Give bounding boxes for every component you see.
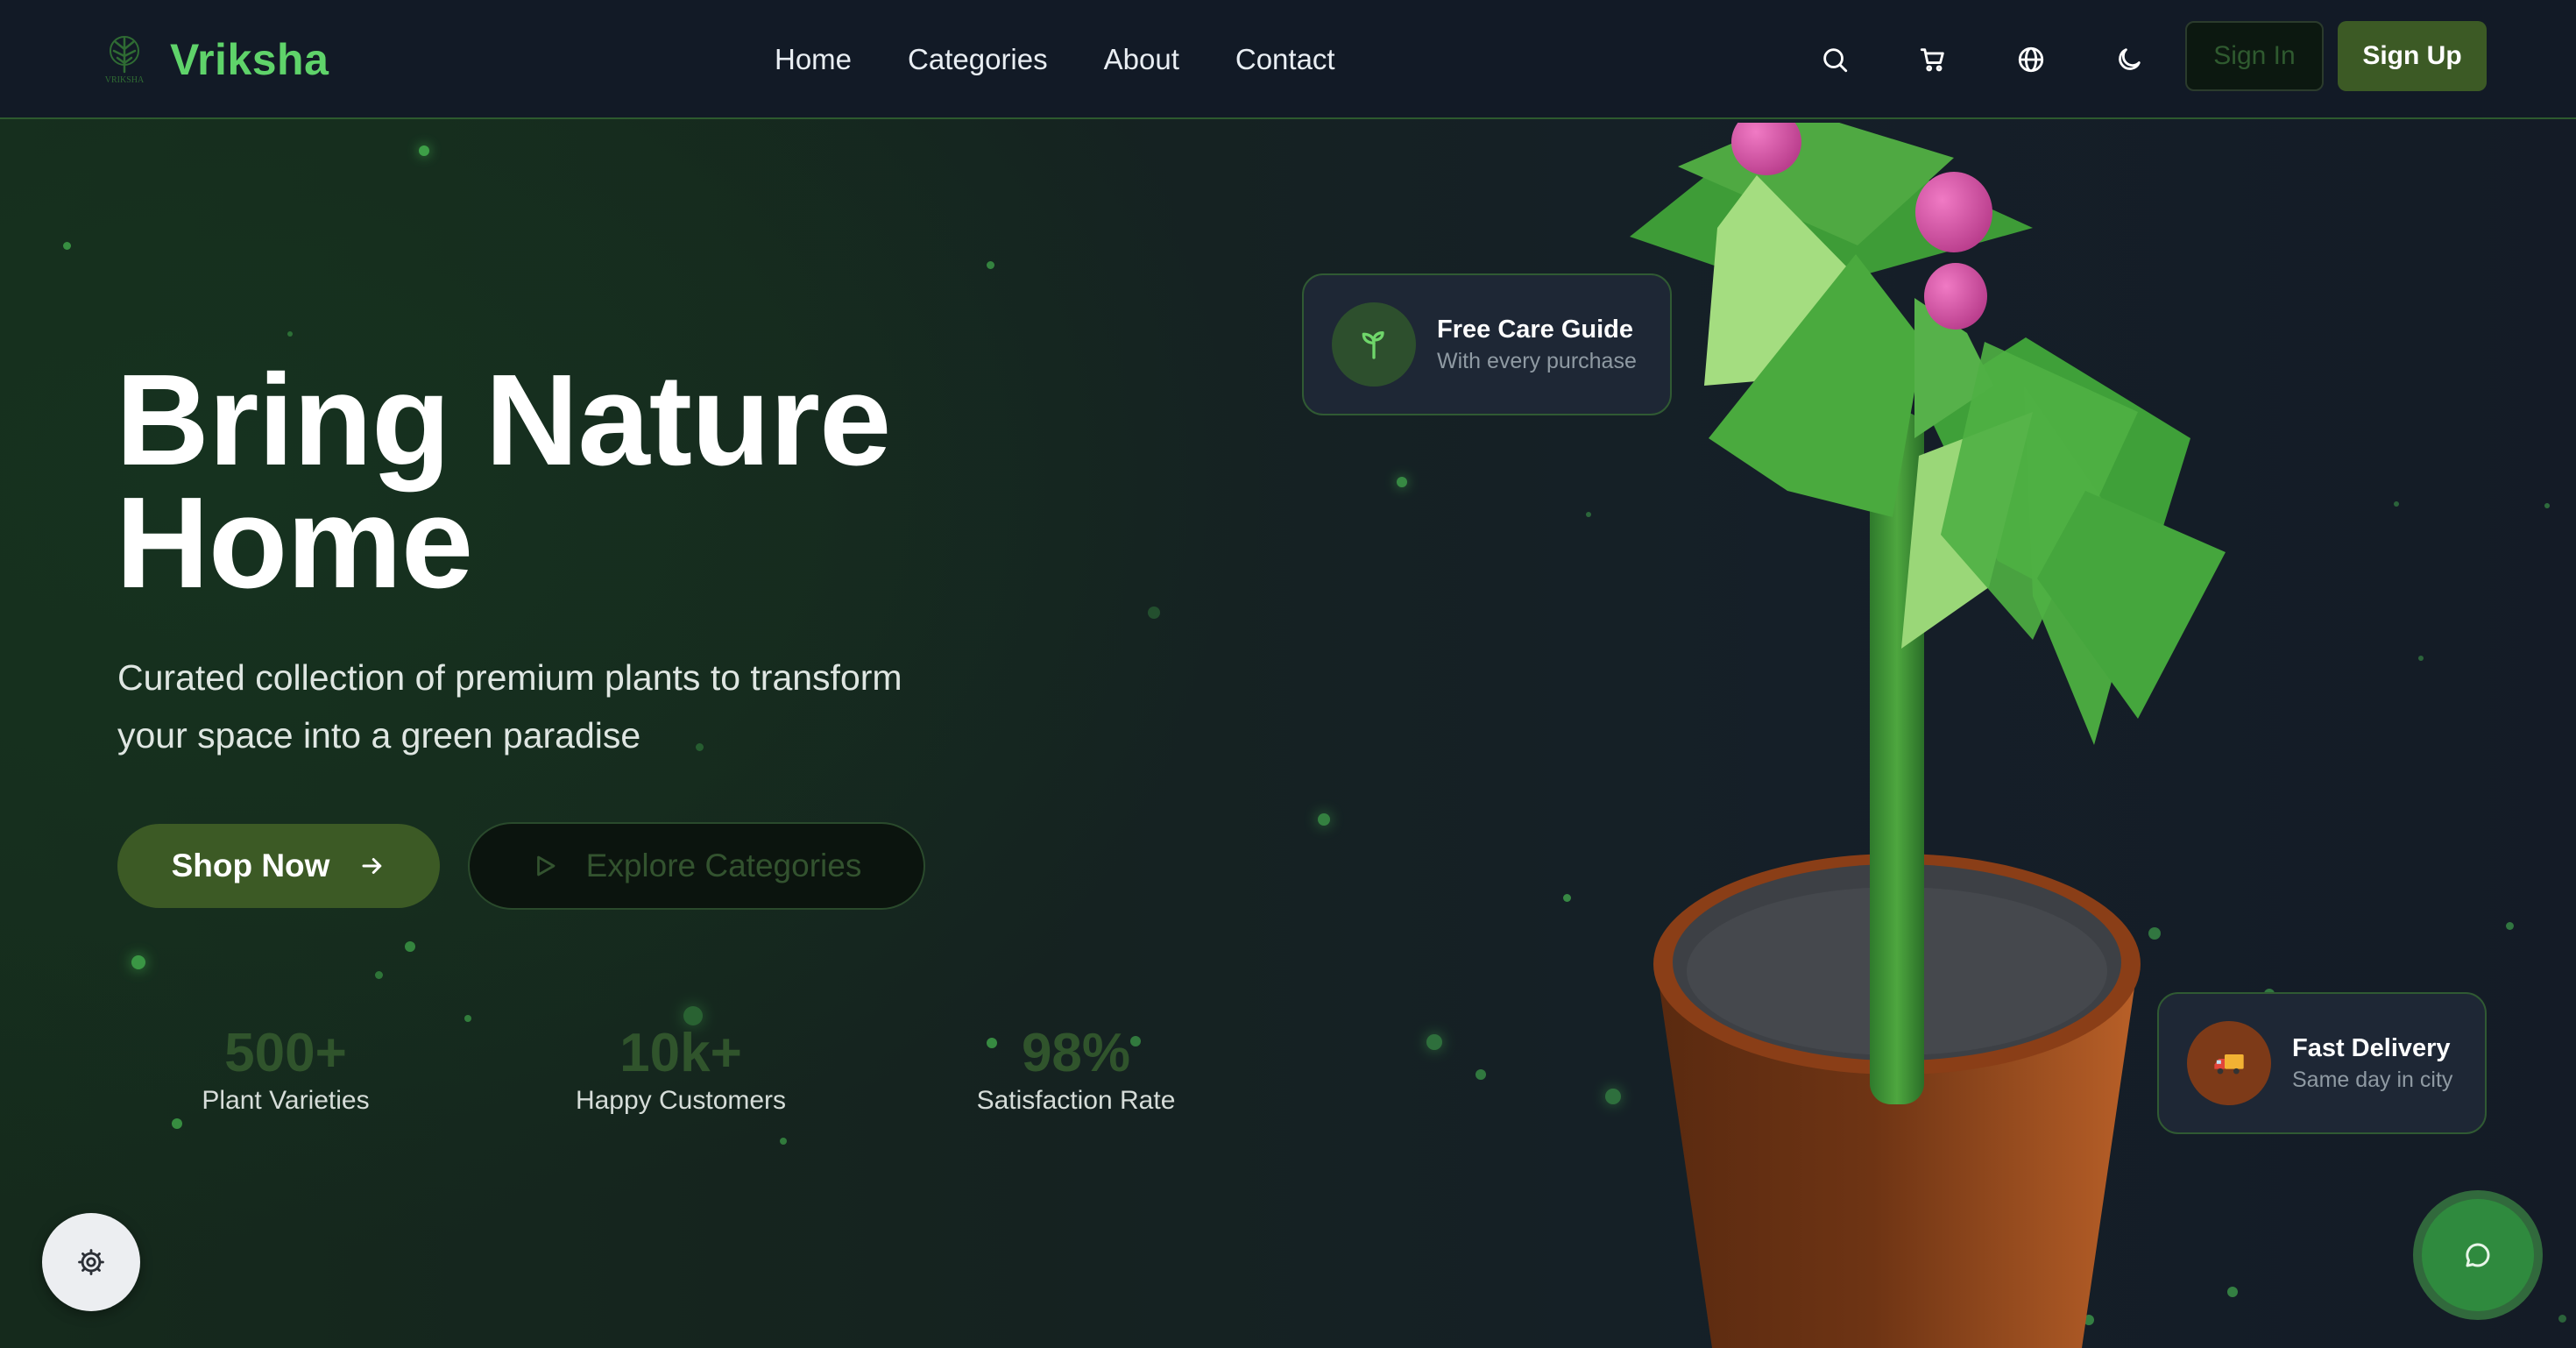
nav-link-home[interactable]: Home — [775, 43, 852, 76]
hero-title-line-1: Bring Nature — [116, 348, 891, 493]
gear-icon — [78, 1249, 104, 1275]
particle — [287, 331, 293, 337]
nav-tools — [1807, 32, 2157, 88]
card-subtitle: Same day in city — [2292, 1068, 2453, 1092]
card-icon-badge — [2187, 1021, 2271, 1105]
explore-categories-label: Explore Categories — [585, 848, 862, 883]
hero-subtitle-line-2: your space into a green paradise — [117, 715, 641, 756]
stat-label: Satisfaction Rate — [976, 1086, 1176, 1115]
hero-title-line-2: Home — [116, 471, 473, 615]
particle — [419, 145, 429, 156]
particle — [2394, 501, 2399, 507]
cart-button[interactable] — [1905, 32, 1961, 88]
brand[interactable]: VRIKSHA Vriksha — [96, 26, 329, 93]
chat-button[interactable] — [2422, 1199, 2534, 1311]
search-icon — [1823, 48, 1848, 73]
settings-button[interactable] — [42, 1213, 140, 1311]
particle — [63, 242, 71, 250]
cart-icon — [1920, 48, 1944, 72]
particle — [131, 955, 145, 969]
stat-value: 10k+ — [619, 1023, 742, 1083]
stat-value: 98% — [1021, 1023, 1131, 1083]
stat-satisfaction-rate: 98% Satisfaction Rate — [971, 1018, 1181, 1118]
particle — [2418, 656, 2424, 661]
moon-icon — [2119, 48, 2141, 70]
particle — [2544, 503, 2550, 508]
particle — [1318, 813, 1330, 826]
particle — [2558, 1315, 2566, 1323]
card-text: Fast Delivery Same day in city — [2292, 1032, 2452, 1095]
shop-now-button[interactable]: Shop Now — [117, 824, 440, 908]
hero-title: Bring Nature Home — [116, 348, 1079, 615]
language-button[interactable] — [2003, 32, 2059, 88]
sign-in-button[interactable]: Sign In — [2185, 21, 2324, 91]
card-title: Free Care Guide — [1437, 316, 1634, 344]
play-icon — [536, 855, 556, 876]
particle — [1148, 607, 1160, 619]
care-guide-card: Free Care Guide With every purchase — [1302, 273, 1672, 415]
tree-logo-icon: VRIKSHA — [105, 36, 145, 85]
logo-wordmark: VRIKSHA — [105, 75, 145, 85]
hero-subtitle-line-1: Curated collection of premium plants to … — [117, 657, 902, 698]
card-icon-badge — [1332, 302, 1416, 387]
sign-up-button[interactable]: Sign Up — [2338, 21, 2487, 91]
brand-name: Vriksha — [170, 35, 329, 84]
delivery-truck-icon — [2214, 1054, 2244, 1075]
stat-value: 500+ — [224, 1023, 347, 1083]
card-title: Fast Delivery — [2292, 1034, 2451, 1062]
particle — [1426, 1034, 1442, 1050]
stat-happy-customers: 10k+ Happy Customers — [571, 1018, 790, 1118]
top-navbar: VRIKSHA Vriksha Home Categories About Co… — [0, 0, 2576, 119]
card-text: Free Care Guide With every purchase — [1437, 313, 1637, 376]
particle — [987, 261, 994, 269]
particle — [1397, 477, 1407, 487]
explore-categories-button[interactable]: Explore Categories — [468, 822, 925, 910]
plant-illustration — [1630, 123, 2226, 1348]
stat-label: Plant Varieties — [202, 1086, 370, 1115]
shop-now-label: Shop Now — [171, 848, 330, 883]
main-nav: Home Categories About Contact — [775, 33, 1335, 86]
particle — [2506, 922, 2514, 930]
particle — [780, 1138, 787, 1145]
fast-delivery-card: Fast Delivery Same day in city — [2157, 992, 2487, 1134]
chat-bubble-icon — [2466, 1243, 2490, 1267]
stat-label: Happy Customers — [575, 1086, 787, 1115]
hero-subtitle: Curated collection of premium plants to … — [117, 649, 994, 764]
nav-link-categories[interactable]: Categories — [908, 43, 1048, 76]
arrow-right-icon — [362, 858, 382, 874]
particle — [1563, 894, 1571, 902]
stat-plant-varieties: 500+ Plant Varieties — [198, 1018, 373, 1118]
particle — [1476, 1069, 1486, 1080]
card-subtitle: With every purchase — [1437, 349, 1637, 373]
nav-link-about[interactable]: About — [1104, 43, 1179, 76]
app-frame: VRIKSHA Vriksha Home Categories About Co… — [0, 0, 2576, 1348]
nav-link-contact[interactable]: Contact — [1235, 43, 1335, 76]
sprout-icon — [1362, 331, 1384, 359]
theme-toggle-button[interactable] — [2101, 32, 2157, 88]
particle — [405, 941, 415, 952]
search-button[interactable] — [1807, 32, 1863, 88]
particle — [464, 1015, 471, 1022]
globe-icon — [2018, 46, 2044, 73]
particle — [375, 971, 383, 979]
particle — [172, 1118, 182, 1129]
